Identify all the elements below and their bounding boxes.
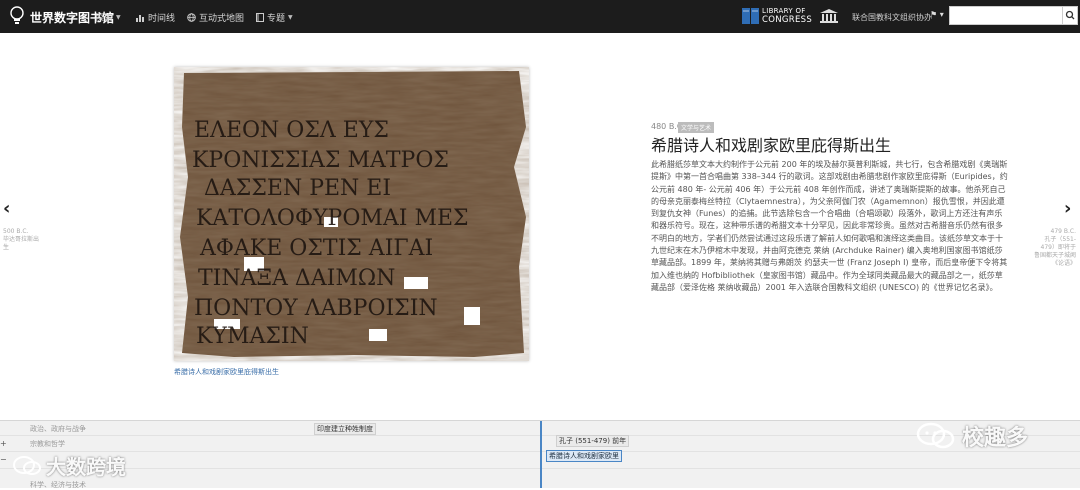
chevron-down-icon: ▼ [116, 14, 121, 21]
timeline-row-label: 宗教和哲学 [30, 440, 65, 448]
zoom-in-icon[interactable]: + [0, 439, 7, 448]
chevron-down-icon: ▼ [288, 14, 293, 21]
chat-bubble-logo-icon [916, 422, 955, 449]
prev-item-line: 500 B.C. [3, 228, 29, 235]
svg-text:ΑΦΑΚΕ ΟΣΤΙΣ ΑΙΓΑΙ: ΑΦΑΚΕ ΟΣΤΙΣ ΑΙΓΑΙ [199, 236, 433, 261]
timeline-current-marker[interactable] [540, 421, 542, 488]
next-arrow[interactable]: › [1064, 198, 1071, 219]
nav-topics-label: 专题 [267, 14, 286, 24]
search-button[interactable] [1062, 6, 1078, 25]
previous-item-preview[interactable]: 500 B.C. 毕达哥拉斯出 生 [3, 228, 39, 252]
next-item-line: 479）即将于 [1040, 244, 1076, 251]
nav-explore-label: 探索 [95, 14, 114, 24]
bar-chart-icon [136, 14, 144, 22]
zoom-out-icon[interactable]: − [0, 455, 7, 464]
svg-text:ΚΥΜΑΣΙΝ: ΚΥΜΑΣΙΝ [196, 324, 309, 349]
timeline-zoom-controls: + − [0, 437, 10, 487]
watermark-left-text: 大数跨境 [46, 455, 126, 479]
papyrus-manuscript-image[interactable]: ΕΛΕΟΝ ΟΣΛ ΕΥΣ ΚΡΟΝΙΣΣΙΑΣ ΜΑΤΡΟΣ ΔΑΣΣΕΝ Ρ… [174, 67, 529, 361]
image-caption-link[interactable]: 希腊诗人和戏剧家欧里庇得斯出生 [174, 367, 279, 377]
timeline-event[interactable]: 孔子 (551-479) 前年 [556, 435, 630, 447]
nav-timeline[interactable]: 时间线 [136, 11, 175, 24]
timeline-row-label: 科学、经济与技术 [30, 481, 86, 489]
nav-interactive-map[interactable]: 互动式地图 [187, 11, 244, 24]
nav-explore[interactable]: 探索 ▼ [95, 11, 121, 24]
library-of-congress-logo-icon[interactable] [742, 7, 760, 25]
svg-text:ΕΛΕΟΝ ΟΣΛ ΕΥΣ: ΕΛΕΟΝ ΟΣΛ ΕΥΣ [194, 118, 389, 143]
next-item-line: 479 B.C. [1050, 228, 1076, 235]
book-icon [256, 13, 264, 22]
timeline-event-current[interactable]: 希腊诗人和戏剧家欧里 [546, 450, 622, 462]
svg-text:ΠΟΝΤΟΥ ΛΑΒΡΟΙΣΙΝ: ΠΟΝΤΟΥ ΛΑΒΡΟΙΣΙΝ [194, 296, 438, 321]
next-item-line: 孔子（551- [1044, 236, 1076, 243]
top-navigation-bar: 世界数字图书馆 探索 ▼ 时间线 互动式地图 专题 ▼ LIBRARY OF C… [0, 0, 1080, 33]
wdl-lamp-logo-icon[interactable] [6, 5, 28, 27]
event-description: 此希腊纸莎草文本大约制作于公元前 200 年的埃及赫尔莫普利斯城，共七行，包含希… [651, 160, 1008, 292]
watermark-right: 校趣多 [916, 420, 1028, 452]
timeline-row-label: 政治、政府与战争 [30, 425, 86, 433]
library-of-congress-wordmark[interactable]: LIBRARY OF CONGRESS [762, 7, 812, 25]
language-flag-icon[interactable]: ⚑ ▾ [930, 10, 944, 19]
loc-line-2: CONGRESS [762, 15, 813, 25]
papyrus-image-frame[interactable]: ΕΛΕΟΝ ΟΣΛ ΕΥΣ ΚΡΟΝΙΣΣΙΑΣ ΜΑΤΡΟΣ ΔΑΣΣΕΝ Ρ… [174, 67, 529, 361]
chat-bubble-logo-icon [13, 455, 41, 475]
prev-item-line: 生 [3, 244, 10, 251]
search-input[interactable] [949, 6, 1063, 25]
svg-text:ΚΡΟΝΙΣΣΙΑΣ ΜΑΤΡΟΣ: ΚΡΟΝΙΣΣΙΑΣ ΜΑΤΡΟΣ [192, 148, 449, 173]
globe-icon [187, 13, 196, 22]
search-icon [1065, 10, 1075, 20]
watermark-left: 大数跨境 [12, 451, 126, 480]
svg-text:ΚΑΤΟΛΟΦΥΡΟΜΑΙ ΜΕΣ: ΚΑΤΟΛΟΦΥΡΟΜΑΙ ΜΕΣ [196, 206, 469, 231]
nav-interactive-map-label: 互动式地图 [199, 14, 245, 24]
svg-text:ΤΙΝΑΞΑ ΔΑΙΜΩΝ: ΤΙΝΑΞΑ ΔΑΙΜΩΝ [198, 266, 395, 291]
prev-item-line: 毕达哥拉斯出 [3, 236, 40, 243]
watermark-right-text: 校趣多 [962, 426, 1029, 451]
nav-timeline-label: 时间线 [148, 14, 176, 24]
timeline-event[interactable]: 印度建立种姓制度 [314, 423, 376, 435]
unesco-building-icon[interactable] [820, 9, 838, 23]
next-item-line: 《论语》 [1051, 260, 1076, 267]
previous-arrow[interactable]: ‹ [3, 198, 10, 219]
event-title: 希腊诗人和戏剧家欧里庇得斯出生 [651, 136, 892, 155]
nav-topics[interactable]: 专题 ▼ [256, 11, 293, 24]
svg-text:ΔΑΣΣΕΝ ΡΕΝ ΕΙ: ΔΑΣΣΕΝ ΡΕΝ ΕΙ [204, 176, 391, 201]
unesco-partner-text[interactable]: 联合国教科文组织协办 [852, 12, 932, 23]
next-item-line: 鲁国都天子城阙 [1033, 252, 1076, 259]
next-item-preview[interactable]: 479 B.C. 孔子（551- 479）即将于 鲁国都天子城阙 《论语》 [1026, 228, 1076, 268]
